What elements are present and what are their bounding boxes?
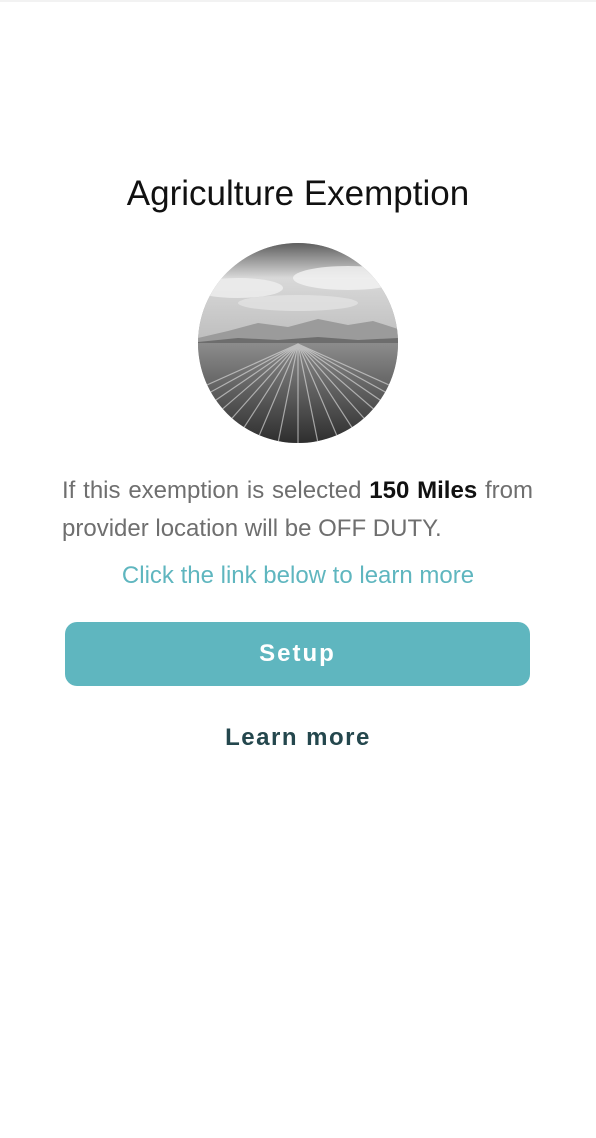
- setup-button[interactable]: Setup: [65, 622, 530, 686]
- description-prefix: If this exemption is selected: [62, 477, 362, 504]
- learn-more-link[interactable]: Learn more: [0, 718, 596, 758]
- top-divider: [0, 0, 596, 2]
- page-title: Agriculture Exemption: [126, 174, 470, 213]
- exemption-description: If this exemption is selected 150 Miles …: [62, 472, 533, 548]
- distance-highlight: 150 Miles: [369, 477, 478, 504]
- exemption-image: [198, 243, 398, 443]
- learn-more-hint: Click the link below to learn more: [121, 562, 475, 589]
